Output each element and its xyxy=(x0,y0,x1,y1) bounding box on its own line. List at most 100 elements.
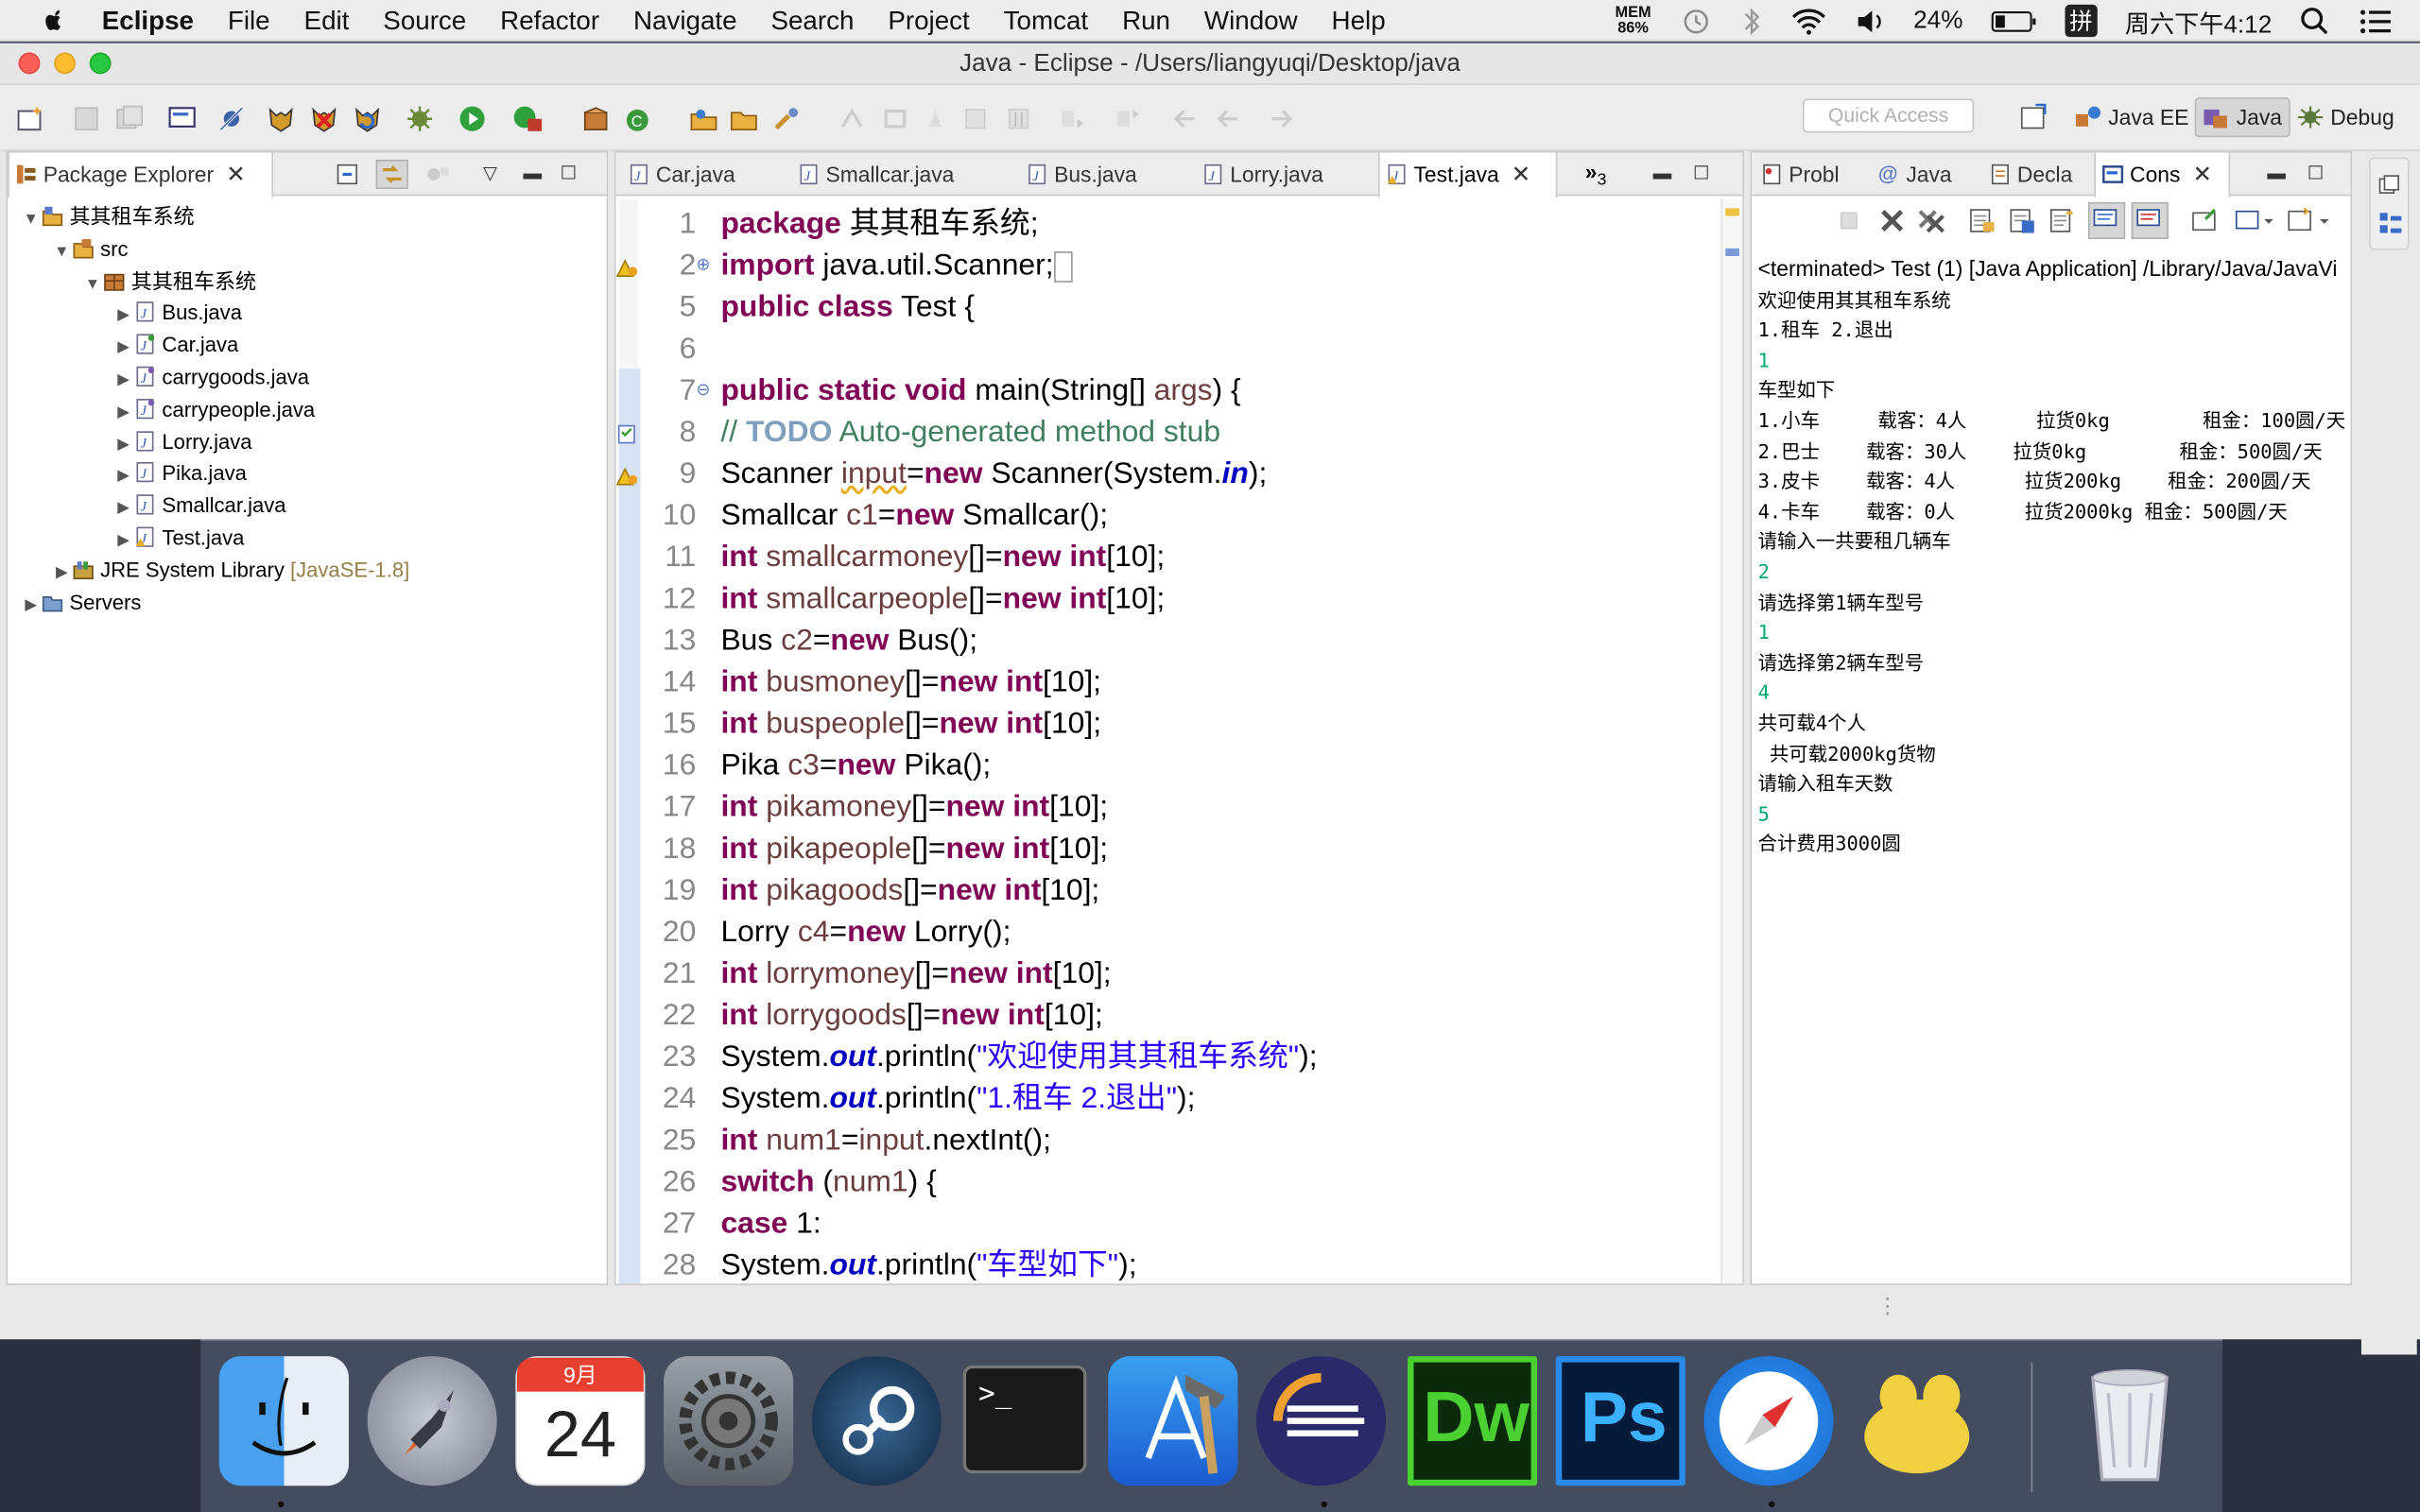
expand-arrow-icon[interactable]: ▶ xyxy=(112,526,134,558)
menu-app-name[interactable]: Eclipse xyxy=(102,0,194,41)
tree-item-jre-library[interactable]: ▶ JRE System Library [JavaSE-1.8] xyxy=(20,555,409,587)
open-type-icon[interactable] xyxy=(688,105,719,132)
menu-refactor[interactable]: Refactor xyxy=(500,0,599,41)
tomcat-start-icon[interactable] xyxy=(266,105,297,132)
back-to-last-edit-icon[interactable] xyxy=(1170,105,1201,132)
close-tab-icon[interactable]: ✕ xyxy=(1512,162,1531,188)
tomcat-restart-icon[interactable] xyxy=(352,105,383,132)
menu-source[interactable]: Source xyxy=(383,0,466,41)
restore-views-icon[interactable] xyxy=(2378,174,2400,196)
display-selected-console-icon[interactable] xyxy=(2233,207,2273,234)
close-tab-icon[interactable]: ✕ xyxy=(226,162,246,188)
expand-arrow-icon[interactable]: ▼ xyxy=(82,269,104,301)
menu-edit[interactable]: Edit xyxy=(304,0,350,41)
open-console-dropdown-icon[interactable] xyxy=(2190,207,2221,234)
battery-icon[interactable] xyxy=(1991,9,2037,33)
maximize-editor-icon[interactable]: ☐ xyxy=(1693,162,1710,183)
tab-smallcar-java[interactable]: J Smallcar.java xyxy=(792,153,1002,197)
new-java-project-icon[interactable] xyxy=(580,105,612,132)
skip-breakpoints-icon[interactable] xyxy=(216,105,248,132)
launchpad-icon[interactable] xyxy=(367,1356,497,1486)
outline-view-icon[interactable] xyxy=(2378,212,2403,236)
volume-icon[interactable] xyxy=(1855,7,1886,34)
expand-arrow-icon[interactable]: ▶ xyxy=(51,558,73,591)
run-icon[interactable] xyxy=(457,105,488,132)
toggle-mark-occurrences-icon[interactable] xyxy=(837,105,868,132)
system-preferences-icon[interactable] xyxy=(664,1356,794,1486)
warning-marker-icon[interactable] xyxy=(615,464,638,486)
scroll-lock-icon[interactable] xyxy=(1968,207,1996,234)
menu-project[interactable]: Project xyxy=(888,0,969,41)
minimize-view-icon[interactable]: ▬ xyxy=(523,162,542,183)
fold-expand-icon[interactable]: ⊕ xyxy=(696,246,710,287)
tree-item-file[interactable]: ▶ J Pika.java xyxy=(20,459,409,491)
save-all-icon[interactable] xyxy=(114,105,146,132)
minimize-window-button[interactable] xyxy=(54,52,76,75)
word-wrap-console-icon[interactable] xyxy=(2048,207,2076,234)
battery-percent[interactable]: 24% xyxy=(1913,7,1962,34)
fold-collapse-icon[interactable]: ⊖ xyxy=(696,370,710,412)
new-wizard-icon[interactable] xyxy=(15,105,46,132)
console-output[interactable]: <terminated> Test (1) [Java Application]… xyxy=(1758,254,2348,1280)
task-overview-mark[interactable] xyxy=(1725,248,1739,257)
perspective-debug[interactable]: Debug xyxy=(2290,97,2400,137)
warning-overview-mark[interactable] xyxy=(1725,208,1739,216)
tab-package-explorer[interactable]: Package Explorer ✕ xyxy=(8,152,273,198)
photoshop-icon[interactable]: Ps xyxy=(1555,1356,1685,1486)
search-tool-icon[interactable] xyxy=(771,105,803,132)
code-editor[interactable]: 1 package 其其租车系统; ⊕ 2 import java.util.Scan… xyxy=(615,198,1720,1284)
forward-icon[interactable] xyxy=(1266,105,1297,132)
input-method-indicator[interactable]: 拼 xyxy=(2065,4,2098,38)
steam-icon[interactable] xyxy=(811,1356,942,1486)
run-external-tool-icon[interactable] xyxy=(512,105,544,132)
quick-access-field[interactable]: Quick Access xyxy=(1802,98,1975,133)
save-icon[interactable] xyxy=(71,105,102,132)
menu-window[interactable]: Window xyxy=(1204,0,1298,41)
tab-test-java[interactable]: J Test.java ✕ xyxy=(1377,152,1558,198)
tab-problems[interactable]: Probl xyxy=(1754,153,1866,197)
show-console-output-icon[interactable] xyxy=(2008,207,2035,234)
new-console-view-icon[interactable] xyxy=(2286,207,2332,234)
focus-on-active-task-icon[interactable] xyxy=(424,162,452,186)
tree-item-file[interactable]: ▶ J Car.java xyxy=(20,331,409,363)
maximize-console-icon[interactable]: ☐ xyxy=(2308,162,2325,183)
expand-arrow-icon[interactable]: ▶ xyxy=(112,398,134,430)
minimize-console-icon[interactable]: ▬ xyxy=(2267,162,2286,183)
tree-item-servers[interactable]: ▶ Servers xyxy=(20,587,409,619)
safari-icon[interactable] xyxy=(1703,1356,1834,1486)
menu-tomcat[interactable]: Tomcat xyxy=(1004,0,1088,41)
tree-item-project[interactable]: ▼ 其其租车系统 xyxy=(20,202,409,234)
expand-arrow-icon[interactable]: ▶ xyxy=(112,494,134,526)
terminal-icon[interactable]: >_ xyxy=(962,1365,1087,1474)
expand-arrow-icon[interactable]: ▶ xyxy=(112,334,134,366)
tab-bus-java[interactable]: J Bus.java xyxy=(1020,153,1174,197)
close-window-button[interactable] xyxy=(18,52,41,75)
paragraph-icon[interactable] xyxy=(1003,105,1034,132)
notification-center-icon[interactable] xyxy=(2359,7,2393,34)
perspective-java[interactable]: Java xyxy=(2194,96,2290,138)
tree-item-file[interactable]: ▶ J Smallcar.java xyxy=(20,490,409,523)
expand-arrow-icon[interactable]: ▶ xyxy=(112,462,134,494)
show-stderr-button[interactable] xyxy=(2131,201,2169,240)
new-java-class-icon[interactable]: C xyxy=(624,105,655,132)
expand-arrow-icon[interactable]: ▶ xyxy=(112,301,134,334)
status-bar-grip-icon[interactable]: ⋮ xyxy=(1876,1295,1898,1316)
time-machine-icon[interactable] xyxy=(1679,6,1713,37)
xcode-icon[interactable] xyxy=(1108,1356,1238,1486)
link-with-editor-icon[interactable] xyxy=(375,159,409,190)
open-console-icon[interactable] xyxy=(166,105,198,132)
spotlight-search-icon[interactable] xyxy=(2300,6,2331,37)
warning-marker-icon[interactable] xyxy=(615,256,638,278)
dreamweaver-icon[interactable]: Dw xyxy=(1407,1356,1538,1486)
tab-overflow-indicator[interactable]: »3 xyxy=(1585,159,1607,189)
tree-item-file[interactable]: ▶ J Test.java xyxy=(20,523,409,555)
menu-run[interactable]: Run xyxy=(1122,0,1170,41)
expand-arrow-icon[interactable]: ▶ xyxy=(112,366,134,398)
terminate-icon[interactable] xyxy=(1838,210,1859,232)
open-perspective-icon[interactable] xyxy=(2019,103,2050,130)
bluetooth-icon[interactable] xyxy=(1740,6,1762,37)
expand-arrow-icon[interactable]: ▼ xyxy=(20,205,42,237)
previous-annotation-icon[interactable] xyxy=(1112,105,1143,132)
expand-arrow-icon[interactable]: ▶ xyxy=(20,591,42,623)
expand-arrow-icon[interactable]: ▼ xyxy=(51,237,73,269)
